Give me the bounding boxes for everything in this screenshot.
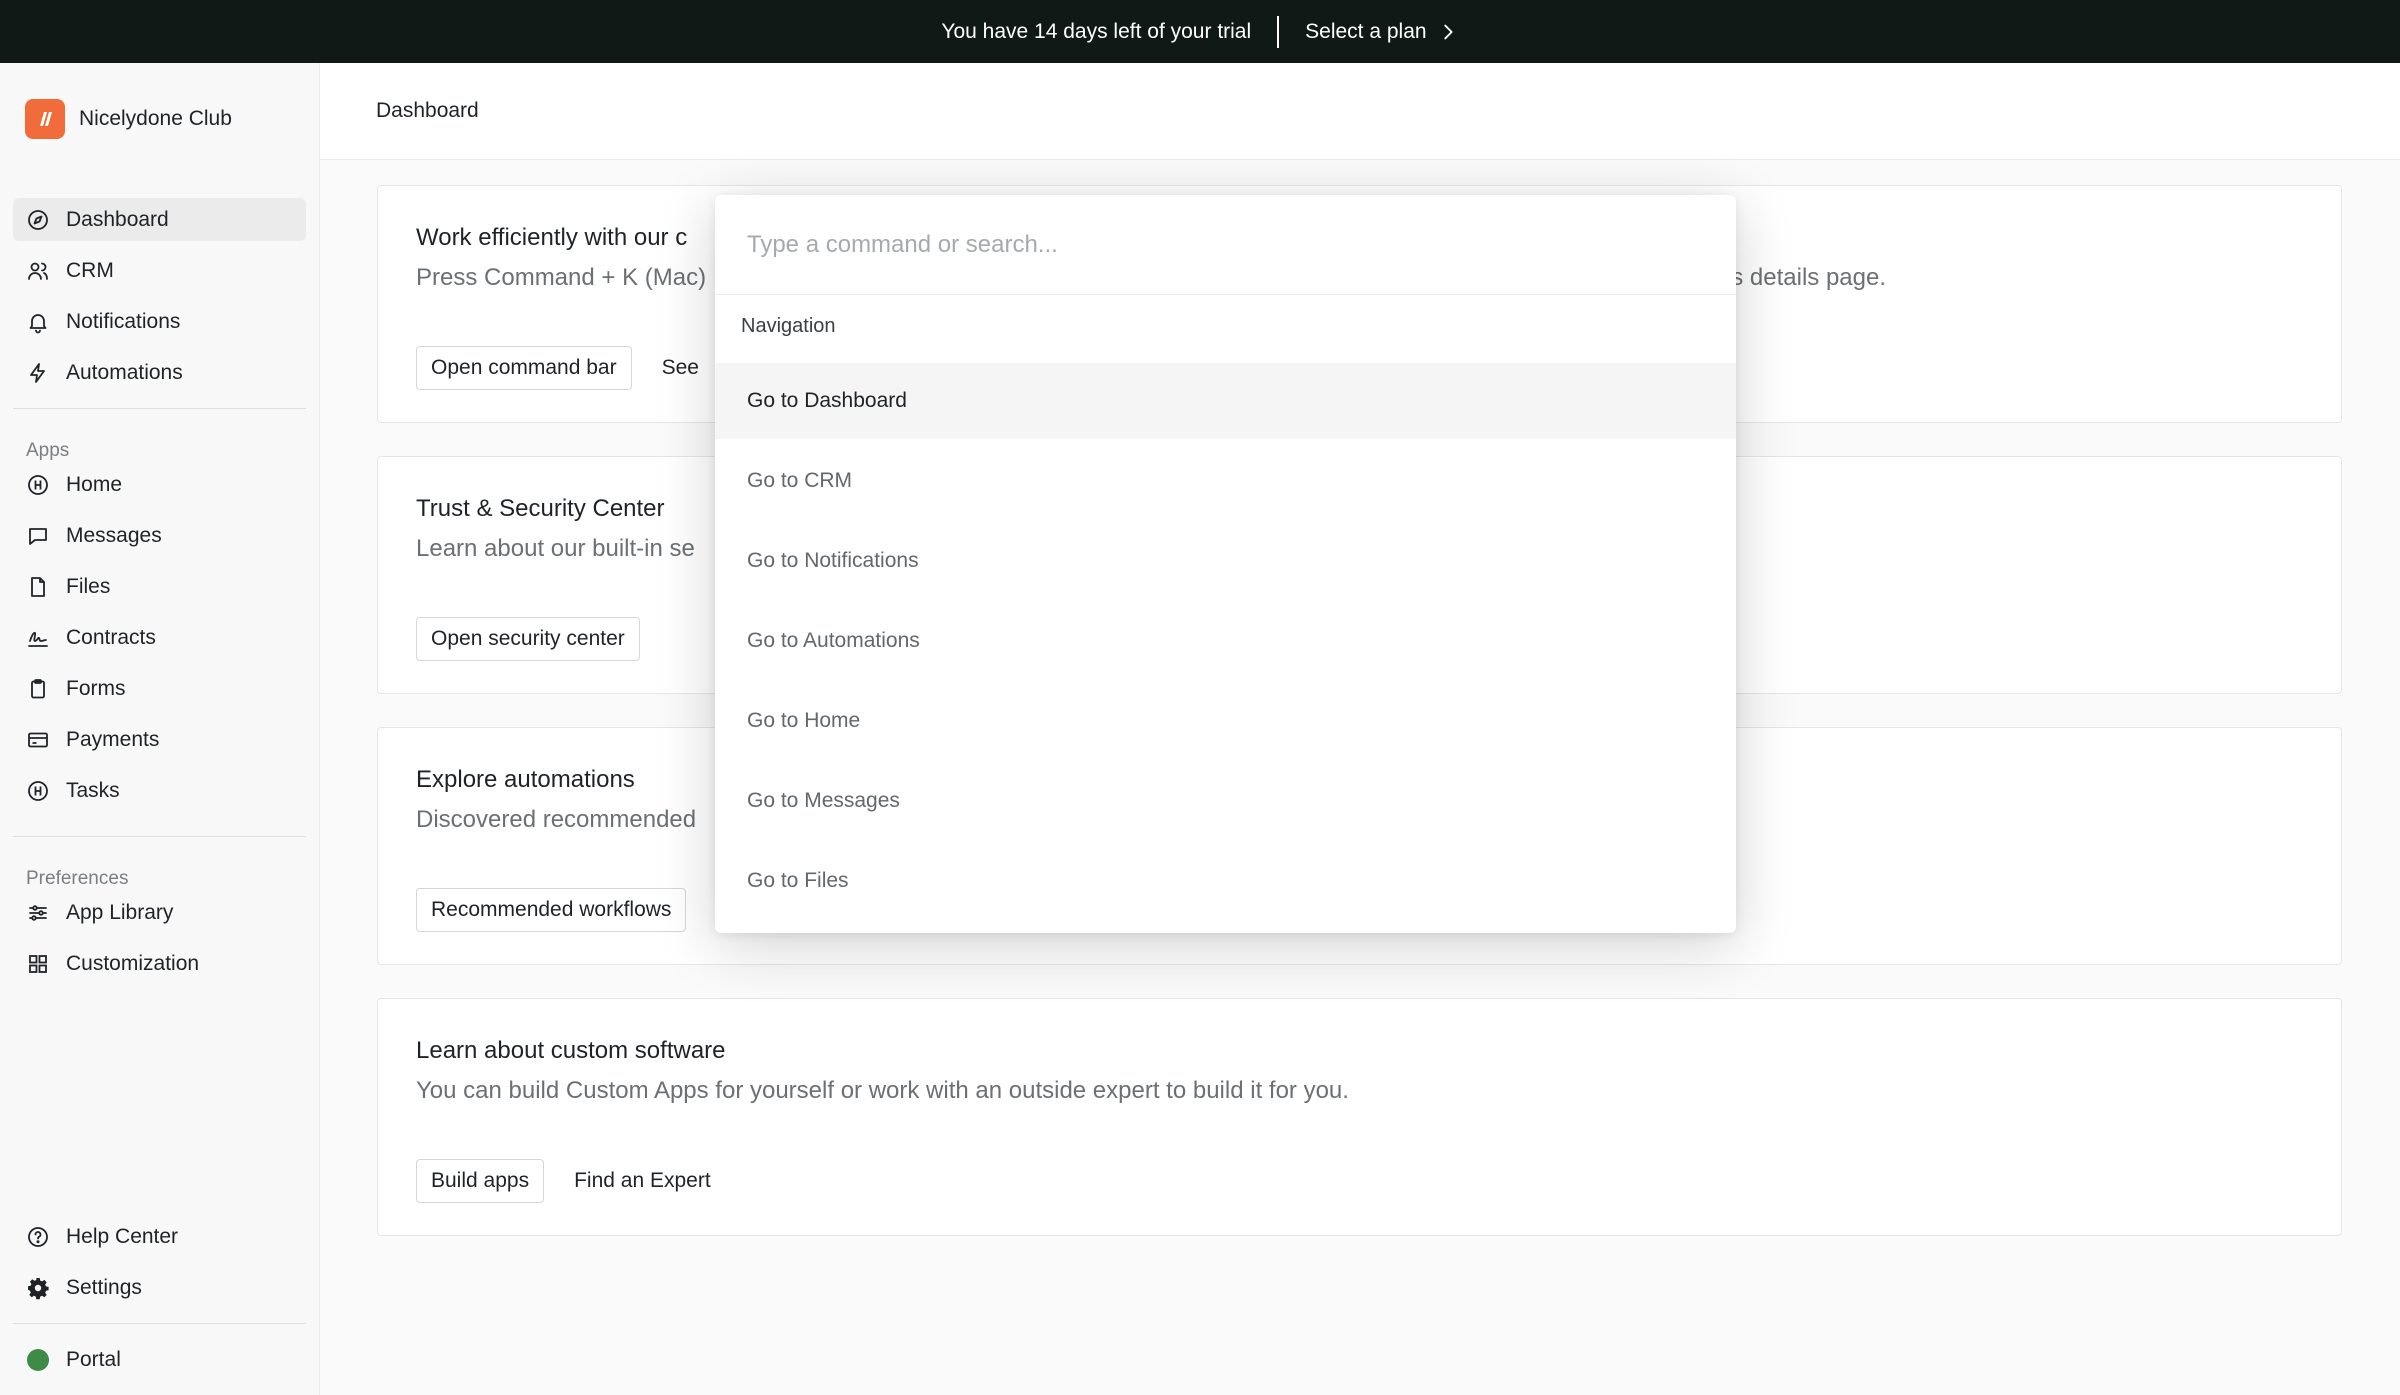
- select-plan-label: Select a plan: [1305, 19, 1427, 43]
- sidebar-item-crm[interactable]: CRM: [13, 249, 306, 292]
- sidebar-item-label: Files: [66, 574, 111, 598]
- help-icon: [28, 1226, 48, 1247]
- org-switcher[interactable]: Nicelydone Club: [25, 99, 232, 139]
- page-header: Dashboard: [320, 63, 2400, 160]
- open-security-center-button[interactable]: Open security center: [416, 617, 640, 661]
- signature-icon: [28, 631, 48, 647]
- logo-icon: [40, 112, 52, 126]
- sidebar-divider: [13, 1323, 306, 1324]
- command-go-to-automations[interactable]: Go to Automations: [715, 603, 1736, 679]
- sidebar-item-contracts[interactable]: Contracts: [13, 616, 306, 659]
- lightning-icon: [30, 362, 45, 383]
- sliders-icon: [29, 904, 47, 921]
- sidebar-item-dashboard[interactable]: Dashboard: [13, 198, 306, 241]
- sidebar-item-label: Customization: [66, 951, 200, 975]
- sidebar-item-label: Help Center: [66, 1224, 179, 1248]
- command-go-to-dashboard[interactable]: Go to Dashboard: [715, 363, 1736, 439]
- sidebar-item-automations[interactable]: Automations: [13, 351, 306, 394]
- org-name: Nicelydone Club: [79, 107, 232, 130]
- page-title: Dashboard: [376, 99, 479, 122]
- message-icon: [29, 527, 47, 545]
- card-description: Learn about our built-in se: [416, 535, 695, 562]
- preferences-section-label: Preferences: [26, 868, 129, 889]
- sidebar-item-label: CRM: [66, 258, 114, 282]
- sidebar-item-notifications[interactable]: Notifications: [13, 300, 306, 343]
- sidebar-item-label: Portal: [66, 1347, 121, 1371]
- bell-icon: [29, 313, 47, 333]
- sidebar-item-payments[interactable]: Payments: [13, 718, 306, 761]
- command-search-bar: [715, 195, 1736, 295]
- card-description: Press Command + K (Mac): [416, 264, 707, 291]
- card-actions: Open command bar See: [416, 346, 699, 390]
- sidebar-item-portal[interactable]: Portal: [13, 1338, 306, 1381]
- home-app-icon: [28, 474, 48, 495]
- card-title: Work efficiently with our c: [416, 224, 688, 251]
- users-icon: [28, 262, 48, 280]
- credit-card-icon: [28, 732, 48, 747]
- tasks-app-icon: [28, 780, 48, 801]
- apps-section-label: Apps: [26, 440, 70, 461]
- command-go-to-files[interactable]: Go to Files: [715, 843, 1736, 919]
- portal-status-dot: [27, 1348, 49, 1371]
- sidebar-item-label: Forms: [66, 676, 126, 700]
- card-title: Trust & Security Center: [416, 495, 665, 522]
- command-go-to-notifications[interactable]: Go to Notifications: [715, 523, 1736, 599]
- sidebar-item-label: Tasks: [66, 778, 120, 802]
- sidebar-item-label: App Library: [66, 900, 174, 924]
- command-palette: Navigation Go to Dashboard Go to CRM Go …: [715, 195, 1736, 933]
- card-actions: Recommended workflows: [416, 888, 687, 932]
- sidebar-item-messages[interactable]: Messages: [13, 514, 306, 557]
- build-apps-button[interactable]: Build apps: [416, 1159, 545, 1203]
- sidebar-item-app-library[interactable]: App Library: [13, 891, 306, 934]
- banner-divider: [1277, 15, 1280, 48]
- see-link[interactable]: See: [662, 356, 699, 380]
- sidebar-item-label: Home: [66, 472, 123, 496]
- gear-icon: [28, 1277, 49, 1299]
- card-title: Learn about custom software: [416, 1037, 726, 1064]
- card-description-tail: t's details page.: [1720, 264, 1887, 291]
- sidebar-item-forms[interactable]: Forms: [13, 667, 306, 710]
- sidebar-item-customization[interactable]: Customization: [13, 942, 306, 985]
- sidebar-divider: [13, 408, 306, 409]
- command-go-to-home[interactable]: Go to Home: [715, 683, 1736, 759]
- command-go-to-messages[interactable]: Go to Messages: [715, 763, 1736, 839]
- sidebar-item-label: Contracts: [66, 625, 156, 649]
- card-actions: Open security center: [416, 617, 640, 661]
- sidebar-item-label: Dashboard: [66, 207, 169, 231]
- sidebar: Nicelydone Club Dashboard CRM Notificati…: [0, 63, 320, 1395]
- sidebar-item-tasks[interactable]: Tasks: [13, 769, 306, 812]
- sidebar-item-label: Messages: [66, 523, 162, 547]
- sidebar-item-label: Automations: [66, 360, 183, 384]
- trial-text: You have 14 days left of your trial: [941, 19, 1252, 43]
- trial-banner: You have 14 days left of your trial Sele…: [0, 0, 2400, 63]
- chevron-right-icon: [1443, 24, 1453, 39]
- navigation-group-label: Navigation: [741, 315, 836, 337]
- recommended-workflows-button[interactable]: Recommended workflows: [416, 888, 687, 932]
- select-plan-link[interactable]: Select a plan: [1305, 20, 1458, 44]
- card-actions: Build apps Find an Expert: [416, 1159, 711, 1203]
- org-logo: [25, 99, 65, 139]
- card-description: Discovered recommended: [416, 806, 697, 833]
- sidebar-item-files[interactable]: Files: [13, 565, 306, 608]
- find-an-expert-link[interactable]: Find an Expert: [574, 1169, 711, 1193]
- sidebar-item-label: Payments: [66, 727, 160, 751]
- open-command-bar-button[interactable]: Open command bar: [416, 346, 632, 390]
- sidebar-item-label: Settings: [66, 1275, 142, 1299]
- command-go-to-crm[interactable]: Go to CRM: [715, 443, 1736, 519]
- sidebar-item-label: Notifications: [66, 309, 181, 333]
- command-search-input[interactable]: [747, 223, 1697, 267]
- card-description: You can build Custom Apps for yourself o…: [416, 1077, 1349, 1104]
- grid-icon: [29, 954, 47, 973]
- file-icon: [31, 576, 45, 597]
- card-title: Explore automations: [416, 766, 635, 793]
- compass-icon: [28, 209, 48, 230]
- sidebar-item-settings[interactable]: Settings: [13, 1266, 306, 1309]
- clipboard-icon: [31, 678, 45, 698]
- custom-software-card: Learn about custom software You can buil…: [377, 998, 2342, 1236]
- sidebar-item-home[interactable]: Home: [13, 463, 306, 506]
- sidebar-item-help-center[interactable]: Help Center: [13, 1215, 306, 1258]
- sidebar-divider: [13, 836, 306, 837]
